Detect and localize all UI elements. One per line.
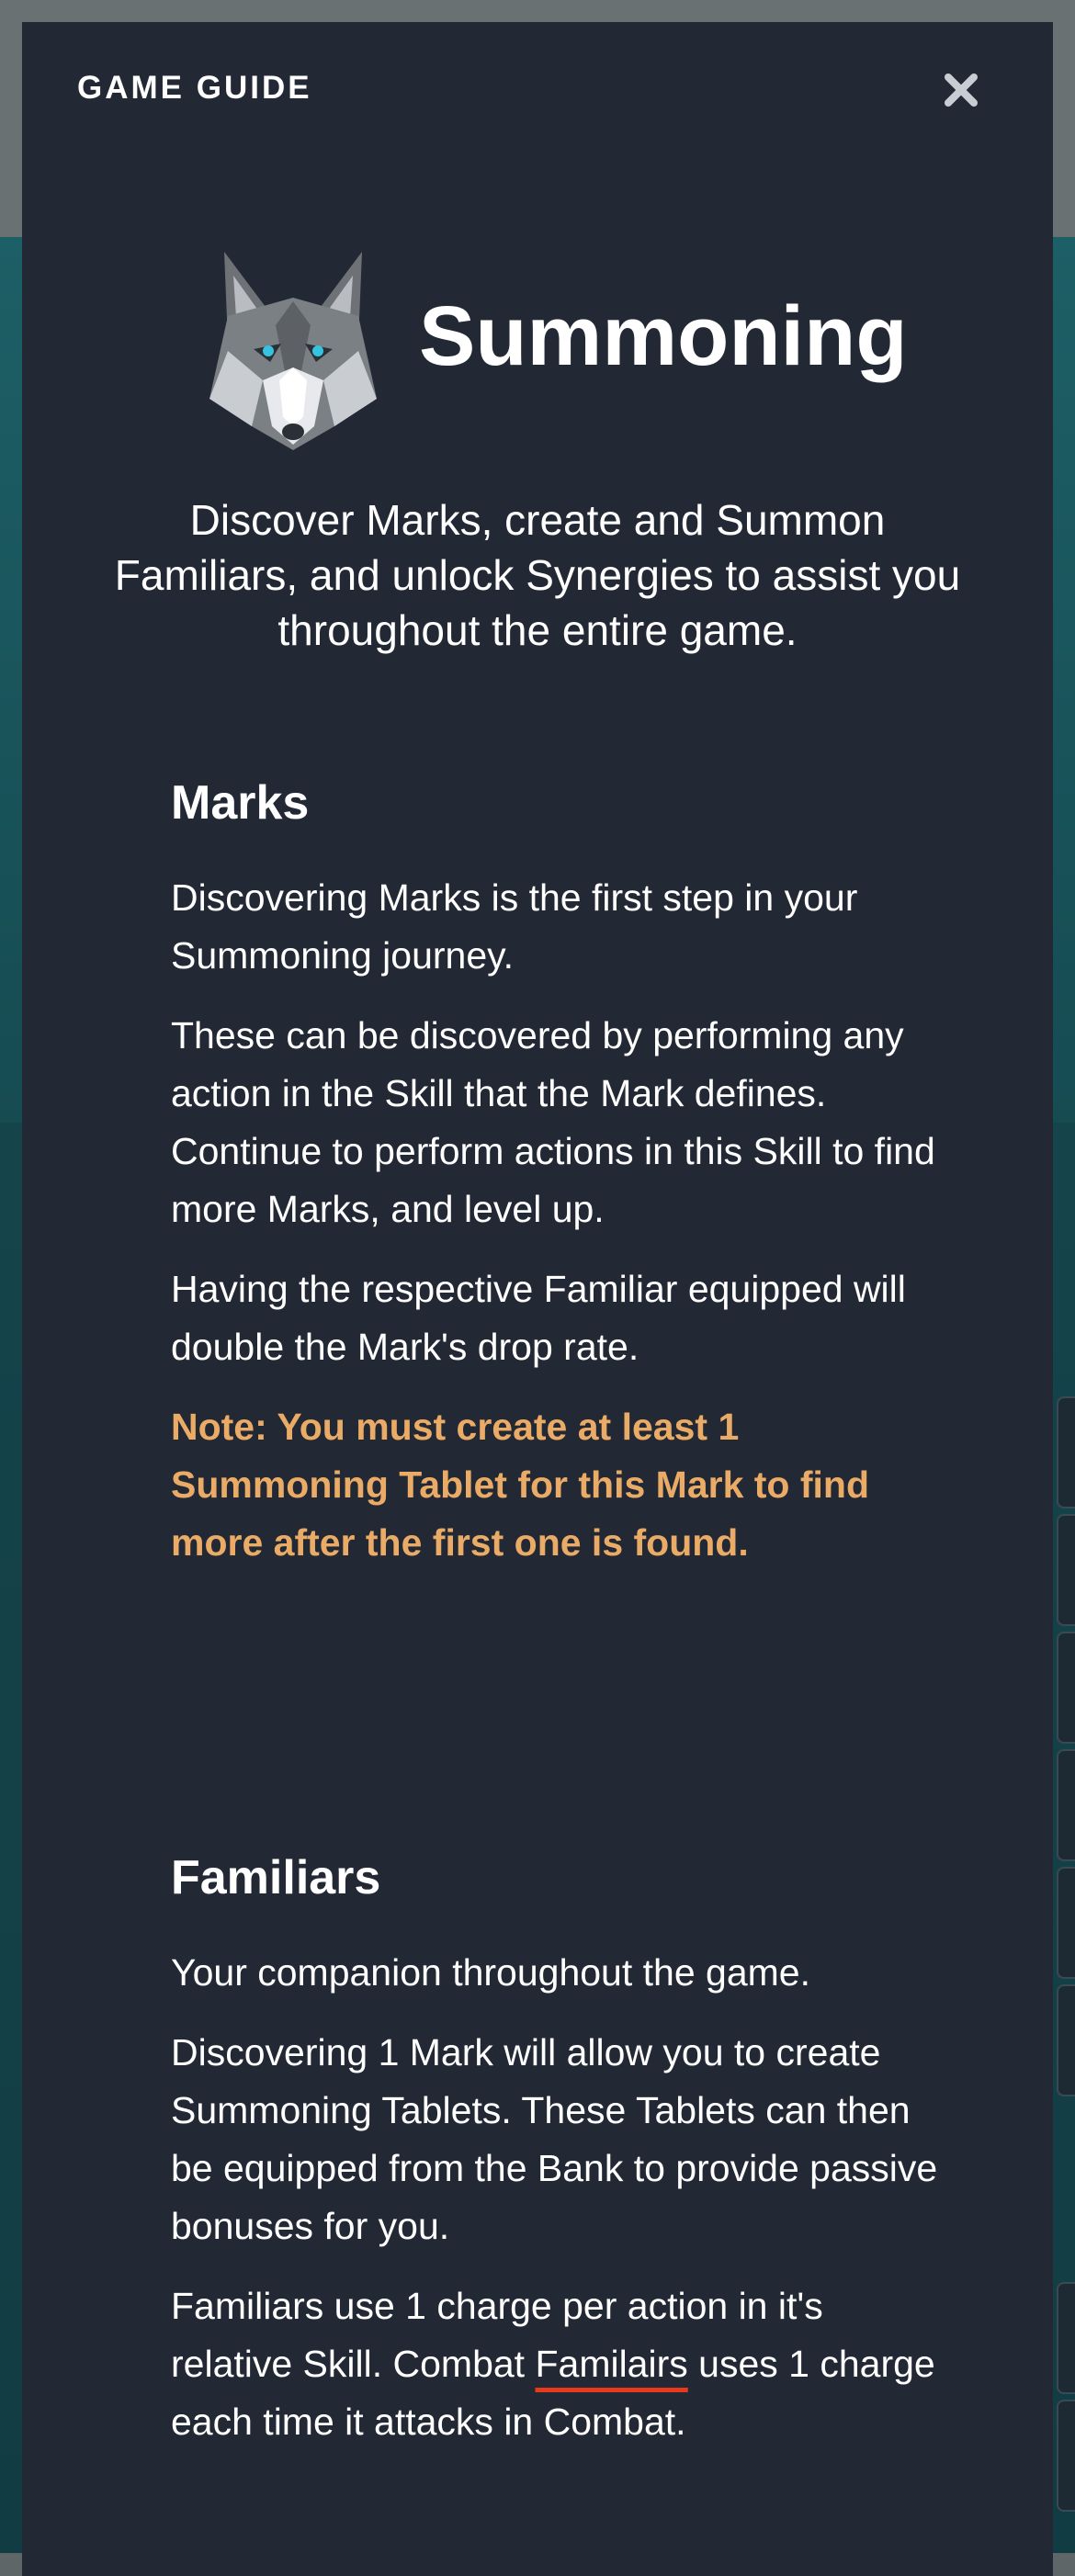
marks-section: Marks Discovering Marks is the first ste… [171,775,943,1572]
marks-note: Note: You must create at least 1 Summoni… [171,1406,870,1564]
backdrop-tab [1057,2282,1075,2394]
marks-paragraph: Having the respective Familiar equipped … [171,1268,906,1368]
wolf-icon [197,243,390,454]
marks-paragraph: Discovering Marks is the first step in y… [171,876,858,977]
familiars-paragraph: Your companion throughout the game. [171,1951,810,1994]
familiars-heading: Familiars [171,1851,381,1904]
familiars-paragraph: Discovering 1 Mark will allow you to cre… [171,2031,938,2247]
modal-header: GAME GUIDE [22,22,1053,132]
close-icon[interactable] [935,64,987,116]
backdrop-tab [1057,1984,1075,2096]
marks-heading: Marks [171,776,310,830]
misspelled-word: Familairs [535,2343,688,2385]
game-guide-modal: GAME GUIDE Summoning Discover Marks, cre… [22,22,1053,2576]
modal-title: GAME GUIDE [77,70,312,106]
backdrop-tab [1057,2400,1075,2512]
guide-hero: Summoning [22,243,1053,463]
intro-text: Discover Marks, create and Summon Famili… [114,496,961,654]
page-title: Summoning [419,289,908,383]
backdrop-tab [1057,1749,1075,1861]
familiars-section: Familiars Your companion throughout the … [171,1850,943,2451]
backdrop-tab [1057,1514,1075,1626]
backdrop-tab [1057,1396,1075,1508]
marks-paragraph: These can be discovered by performing an… [171,1014,935,1230]
backdrop-tab [1057,1632,1075,1744]
familiars-paragraph: Familiars use 1 charge per action in it'… [171,2277,943,2451]
backdrop-tab [1057,1867,1075,1979]
